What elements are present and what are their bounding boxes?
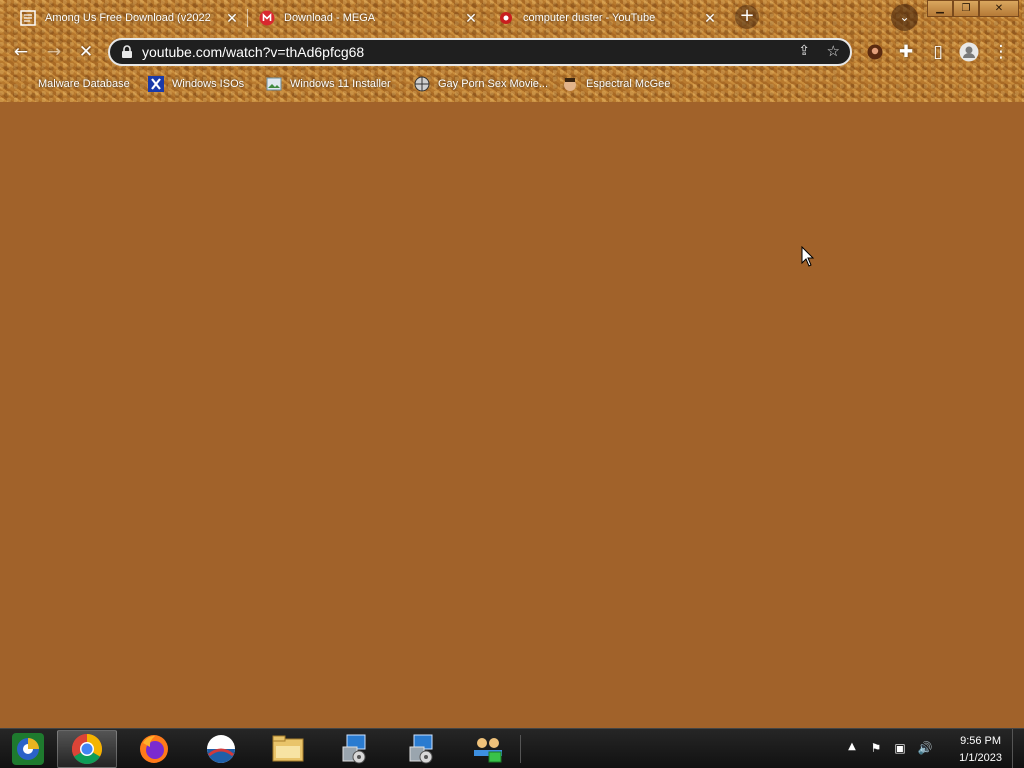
tab-close-button[interactable]: ✕ (463, 10, 479, 27)
start-button[interactable] (8, 731, 48, 767)
account-icon (959, 42, 979, 62)
show-desktop-button[interactable] (1012, 729, 1024, 768)
globe-icon (414, 76, 430, 92)
installer-icon (342, 734, 366, 764)
forward-button[interactable]: → (43, 41, 65, 63)
restore-button[interactable]: ❐ (953, 0, 979, 17)
bookmark-windows-11-installer[interactable]: Windows 11 Installer (266, 75, 391, 93)
tab-separator (247, 9, 248, 27)
profile-button[interactable] (958, 41, 980, 63)
url-text[interactable]: youtube.com/watch?v=thAd6pfcg68 (142, 44, 364, 60)
back-button[interactable]: ← (10, 41, 32, 63)
tab-close-button[interactable]: ✕ (224, 10, 240, 27)
outlook-icon (207, 735, 235, 763)
minimize-button[interactable]: ▁ (927, 0, 953, 17)
action-center-flag-icon[interactable]: ⚑ (868, 741, 884, 755)
avatar-icon (564, 78, 576, 91)
x-icon (148, 76, 164, 92)
side-panel-icon: ▯ (933, 42, 943, 62)
bookmark-label: Windows ISOs (172, 78, 245, 90)
network-icon[interactable]: ▣ (892, 741, 908, 755)
menu-button[interactable]: ⋮ (990, 41, 1012, 63)
clock-date: 1/1/2023 (959, 752, 1002, 764)
installer-icon (409, 734, 433, 764)
show-hidden-icons-button[interactable]: ▲ (844, 741, 860, 752)
bookmark-movie-site[interactable]: Gay Porn Sex Movie... (414, 75, 548, 93)
arrow-right-icon: → (46, 42, 62, 62)
avatar-icon (867, 44, 883, 60)
chevron-down-icon: ⌄ (899, 10, 910, 24)
mega-icon (259, 10, 275, 26)
bookmark-label: Malware Database (38, 78, 130, 90)
bookmark-espectral-mcgee[interactable]: Espectral McGee (562, 75, 670, 93)
page-content[interactable] (0, 102, 1024, 728)
network-users-icon (474, 738, 502, 763)
arrow-left-icon: ← (13, 42, 29, 62)
extensions-button[interactable]: ✚ (895, 41, 917, 63)
system-clock[interactable]: 9:56 PM 1/1/2023 (959, 733, 1002, 767)
tab-search-button[interactable]: ⌄ (891, 4, 918, 31)
tab-title: Download - MEGA (284, 12, 376, 24)
profile-extension-button[interactable] (864, 41, 886, 63)
tab-mega[interactable]: Download - MEGA ✕ (259, 2, 479, 34)
tab-close-button[interactable]: ✕ (702, 10, 718, 27)
tab-title: Among Us Free Download (v2022 (45, 12, 211, 24)
volume-icon[interactable]: 🔊 (917, 741, 933, 755)
mouse-cursor-icon (801, 246, 815, 267)
firefox-icon (140, 735, 168, 763)
address-bar[interactable]: youtube.com/watch?v=thAd6pfcg68 ⇪ ☆ (108, 38, 852, 66)
new-tab-button[interactable]: + (735, 5, 759, 29)
taskbar-network-app[interactable] (458, 730, 518, 768)
taskbar-outlook[interactable] (191, 730, 251, 768)
share-icon[interactable]: ⇪ (798, 43, 810, 59)
lock-icon (122, 45, 132, 58)
image-icon (266, 77, 282, 91)
start-orb-icon (12, 733, 44, 765)
youtube-icon (500, 12, 512, 24)
folder-icon (14, 76, 30, 92)
taskbar-file-explorer[interactable] (258, 730, 318, 768)
kebab-menu-icon: ⋮ (992, 42, 1010, 62)
bookmark-malware-database[interactable]: Malware Database (14, 75, 130, 93)
puzzle-icon: ✚ (898, 42, 914, 62)
taskbar: ▲ ⚑ ▣ 🔊 9:56 PM 1/1/2023 (0, 728, 1024, 768)
close-window-button[interactable]: ✕ (979, 0, 1019, 17)
clock-time: 9:56 PM (960, 735, 1002, 747)
bookmark-label: Gay Porn Sex Movie... (438, 78, 549, 90)
bookmark-star-icon[interactable]: ☆ (827, 42, 840, 60)
browser-chrome: Among Us Free Download (v2022 ✕ Download… (0, 0, 1024, 102)
taskbar-chrome[interactable] (57, 730, 117, 768)
bookmark-label: Windows 11 Installer (290, 78, 391, 90)
bookmark-windows-isos[interactable]: Windows ISOs (148, 75, 244, 93)
close-icon: ✕ (78, 42, 94, 62)
tab-title: computer duster - YouTube (523, 12, 656, 24)
tab-youtube[interactable]: computer duster - YouTube ✕ (498, 2, 718, 34)
taskbar-divider (520, 735, 521, 763)
taskbar-installer-1[interactable] (325, 730, 385, 768)
stop-loading-button[interactable]: ✕ (75, 41, 97, 63)
side-panel-button[interactable]: ▯ (927, 41, 949, 63)
page-icon (20, 10, 36, 26)
taskbar-firefox[interactable] (124, 730, 184, 768)
bookmark-label: Espectral McGee (586, 78, 671, 90)
taskbar-installer-2[interactable] (392, 730, 452, 768)
chrome-icon (71, 734, 103, 765)
tab-among-us[interactable]: Among Us Free Download (v2022 ✕ (20, 2, 240, 34)
folder-icon (272, 735, 304, 762)
